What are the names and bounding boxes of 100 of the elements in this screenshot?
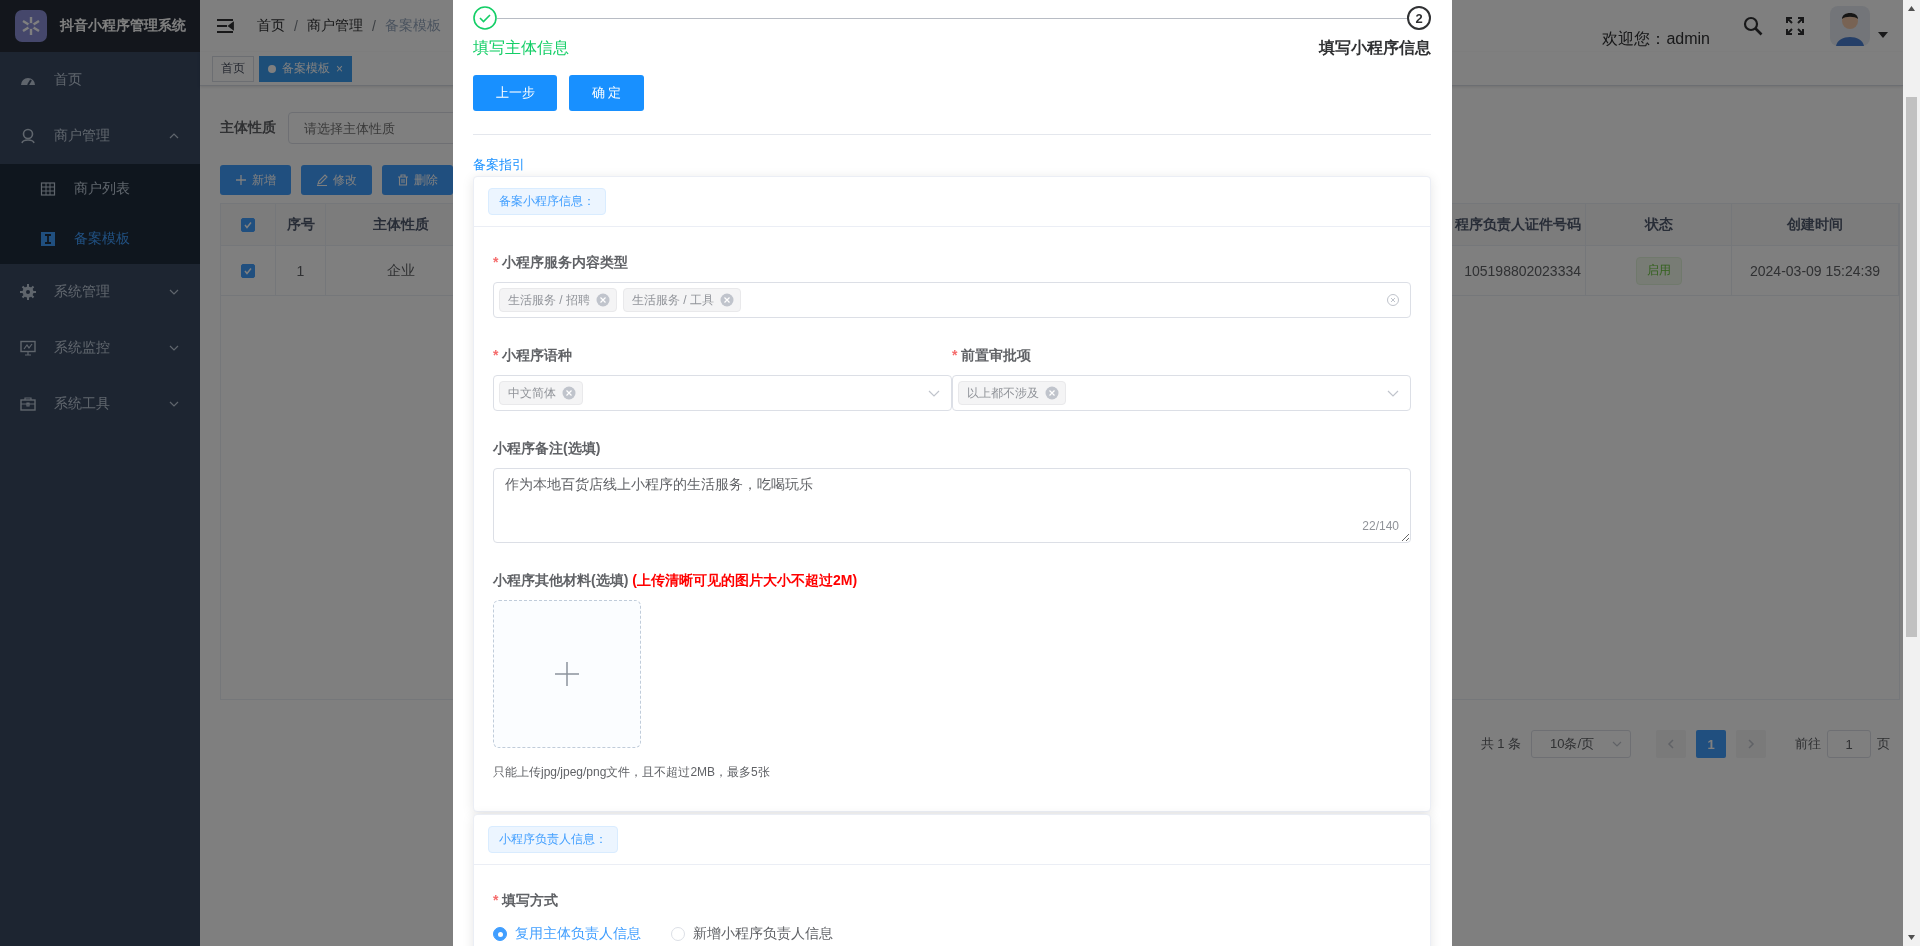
chevron-right-icon xyxy=(1747,739,1755,749)
select-field[interactable]: 中文简体 xyxy=(493,375,952,411)
edit-button[interactable]: 修改 xyxy=(301,165,372,195)
sidebar-subitem[interactable]: 备案模板 xyxy=(0,214,200,264)
confirm-button[interactable]: 确 定 xyxy=(569,75,644,111)
sidebar-label: 系统管理 xyxy=(54,283,111,301)
clear-icon[interactable] xyxy=(1386,293,1400,307)
delete-button[interactable]: 删除 xyxy=(382,165,453,195)
sidebar-item[interactable]: 系统工具 xyxy=(0,376,200,432)
check-icon xyxy=(243,219,253,230)
plus-icon xyxy=(553,660,581,688)
radio-button[interactable] xyxy=(493,927,507,941)
status-tag: 启用 xyxy=(1635,256,1682,285)
upload-note: (上传清晰可见的图片大小不超过2M) xyxy=(632,571,858,590)
close-icon[interactable]: × xyxy=(336,61,343,76)
trash-icon xyxy=(397,174,409,186)
menu-icon[interactable] xyxy=(215,16,235,36)
section-title: 备案小程序信息： xyxy=(488,188,606,215)
step-label: 填写小程序信息 xyxy=(1319,38,1431,58)
monitor-icon xyxy=(20,340,36,356)
sidebar-label: 商户管理 xyxy=(54,127,111,145)
next-page-button[interactable] xyxy=(1736,730,1766,758)
user-icon xyxy=(20,128,36,144)
tag-close-icon[interactable] xyxy=(1045,386,1059,400)
step-label: 填写主体信息 xyxy=(473,38,569,58)
required-mark: * xyxy=(493,891,499,910)
gear-icon xyxy=(20,284,36,300)
page-tab[interactable]: 备案模板 × xyxy=(259,55,352,82)
caret-down-icon[interactable] xyxy=(1878,32,1888,38)
sidebar-item[interactable]: 系统管理 xyxy=(0,264,200,320)
select-field[interactable]: 以上都不涉及 xyxy=(952,375,1411,411)
welcome-text: 欢迎您：admin xyxy=(1602,29,1710,49)
breadcrumb-separator: / xyxy=(294,18,298,34)
goto-label: 前往 xyxy=(1795,735,1821,753)
checkbox[interactable] xyxy=(241,263,255,278)
prev-page-button[interactable] xyxy=(1656,730,1686,758)
filter-label: 主体性质 xyxy=(220,119,276,137)
page-tab[interactable]: 首页 xyxy=(212,55,254,82)
logo-icon xyxy=(15,10,47,42)
field-label: 小程序服务内容类型 xyxy=(502,253,629,272)
column-header: 程序负责人证件号码 xyxy=(1451,204,1586,246)
table-cell: 1 xyxy=(276,246,326,296)
table-icon xyxy=(40,181,56,197)
selected-tag[interactable]: 生活服务 / 招聘 xyxy=(499,288,617,312)
page-number[interactable]: 1 xyxy=(1696,730,1726,758)
sidebar-item[interactable]: 首页 xyxy=(0,52,200,108)
tag-close-icon[interactable] xyxy=(720,293,735,307)
sidebar-label: 首页 xyxy=(54,71,83,89)
checkbox[interactable] xyxy=(241,217,255,232)
tag-close-icon[interactable] xyxy=(562,386,576,400)
column-header: 序号 xyxy=(276,204,326,246)
app-title: 抖音小程序管理系统 xyxy=(60,17,186,35)
field-label: 小程序备注(选填) xyxy=(493,439,601,458)
column-header: 创建时间 xyxy=(1732,204,1899,246)
selected-tag[interactable]: 生活服务 / 工具 xyxy=(623,288,742,312)
plus-icon xyxy=(235,174,247,186)
add-button[interactable]: 新增 xyxy=(220,165,291,195)
chevron-down-icon xyxy=(1612,739,1622,749)
page-suffix: 页 xyxy=(1877,735,1890,753)
field-label: 小程序其他材料(选填) xyxy=(493,571,629,590)
scrollbar-thumb[interactable] xyxy=(1906,97,1917,637)
breadcrumb-separator: / xyxy=(371,18,376,34)
field-label: 小程序语种 xyxy=(502,346,573,365)
active-dot xyxy=(268,64,276,73)
column-header: 状态 xyxy=(1586,204,1732,246)
sidebar-label: 系统工具 xyxy=(54,395,111,413)
total-count: 共 1 条 xyxy=(1480,735,1521,753)
sidebar-subitem[interactable]: 商户列表 xyxy=(0,164,200,214)
avatar-icon[interactable] xyxy=(1830,6,1870,46)
sidebar-item[interactable]: 系统监控 xyxy=(0,320,200,376)
sidebar-item[interactable]: 商户管理 xyxy=(0,108,200,164)
required-mark: * xyxy=(493,253,499,272)
radio-label[interactable]: 新增小程序负责人信息 xyxy=(693,925,833,943)
character-counter: 22/140 xyxy=(1362,519,1399,533)
selected-tag[interactable]: 以上都不涉及 xyxy=(958,381,1066,405)
selected-tag[interactable]: 中文简体 xyxy=(499,381,583,405)
sidebar-label: 系统监控 xyxy=(54,339,111,357)
page-input[interactable]: 1 xyxy=(1827,730,1871,758)
search-icon[interactable] xyxy=(1743,16,1763,36)
upload-hint: 只能上传jpg/jpeg/png文件，且不超过2MB，最多5张 xyxy=(493,764,771,781)
fullscreen-icon[interactable] xyxy=(1785,16,1805,36)
breadcrumb-item[interactable]: 商户管理 xyxy=(306,17,363,35)
toolbox-icon xyxy=(20,396,36,412)
sidebar-label: 备案模板 xyxy=(74,230,131,248)
tag-close-icon[interactable] xyxy=(596,293,610,307)
check-icon xyxy=(243,265,253,276)
multi-select-field[interactable]: 生活服务 / 招聘 生活服务 / 工具 xyxy=(493,282,1411,318)
page-size-select[interactable]: 10条/页 xyxy=(1531,730,1631,758)
radio-label[interactable]: 复用主体负责人信息 xyxy=(515,925,641,943)
input-icon xyxy=(40,231,56,247)
upload-box[interactable] xyxy=(493,600,641,748)
required-mark: * xyxy=(952,346,958,365)
breadcrumb-item[interactable]: 首页 xyxy=(257,17,285,35)
step-number: 2 xyxy=(1407,6,1431,30)
section-title: 小程序负责人信息： xyxy=(488,826,618,853)
pencil-icon xyxy=(316,174,328,186)
sidebar-label: 商户列表 xyxy=(74,180,131,198)
guide-link[interactable]: 备案指引 xyxy=(473,156,525,174)
previous-button[interactable]: 上一步 xyxy=(473,75,557,111)
required-mark: * xyxy=(493,346,499,365)
